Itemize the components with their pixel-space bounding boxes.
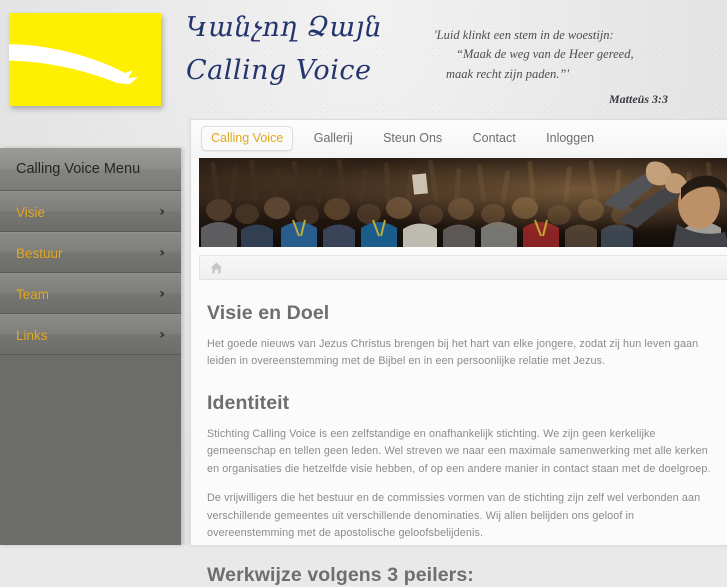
page-title: Visie en Doel: [207, 302, 330, 324]
main-panel: Calling Voice Gallerij Steun Ons Contact…: [190, 119, 727, 586]
brand-english: Calling Voice: [186, 55, 372, 87]
chevron-right-icon: ›: [159, 327, 165, 343]
paragraph-identiteit-1: Stichting Calling Voice is een zelfstand…: [207, 427, 711, 475]
tab-contact[interactable]: Contact: [463, 126, 526, 151]
heading-werkwijze: Werkwijze volgens 3 peilers:: [207, 563, 474, 586]
hero-banner-image: [199, 158, 727, 247]
sidebar-item-team[interactable]: Team ›: [0, 273, 181, 314]
heading-identiteit: Identiteit: [207, 391, 290, 414]
sidebar-item-label: Links: [16, 328, 48, 343]
verse-line-1: 'Luid klinkt een stem in de woestijn:: [434, 28, 614, 42]
sidebar-item-bestuur[interactable]: Bestuur ›: [0, 232, 181, 273]
tab-steun-ons[interactable]: Steun Ons: [373, 126, 452, 151]
breadcrumb: [199, 255, 727, 280]
brand-armenian: Կանչող Ձայն: [186, 12, 383, 43]
sidebar-item-label: Team: [16, 287, 50, 302]
verse-reference: Matteüs 3:3: [608, 92, 668, 107]
article-content: Visie en Doel Het goede nieuws van Jezus…: [191, 280, 727, 587]
tab-inloggen[interactable]: Inloggen: [536, 126, 604, 151]
crowd-photo: [199, 158, 727, 247]
site-logo[interactable]: [9, 13, 161, 106]
paragraph-identiteit-2: De vrijwilligers die het bestuur en de c…: [207, 492, 701, 540]
paragraph-visie: Het goede nieuws van Jezus Christus bren…: [207, 338, 699, 368]
sidebar-item-label: Bestuur: [16, 246, 63, 261]
sidebar: Calling Voice Menu Visie › Bestuur › Tea…: [0, 148, 181, 545]
bible-verse: 'Luid klinkt een stem in de woestijn: “M…: [434, 26, 674, 109]
main-navigation-tabs: Calling Voice Gallerij Steun Ons Contact…: [191, 120, 727, 158]
sidebar-item-links[interactable]: Links ›: [0, 314, 181, 355]
chevron-right-icon: ›: [159, 286, 165, 302]
sidebar-title: Calling Voice Menu: [0, 148, 181, 191]
tab-calling-voice[interactable]: Calling Voice: [201, 126, 294, 151]
logo-swoosh-icon: [9, 44, 140, 85]
chevron-right-icon: ›: [159, 245, 165, 261]
verse-line-2: “Maak de weg van de Heer gereed,: [456, 47, 634, 62]
chevron-right-icon: ›: [159, 204, 165, 220]
home-icon[interactable]: [210, 262, 223, 274]
sidebar-item-label: Visie: [16, 205, 46, 220]
verse-line-3: maak recht zijn paden.”': [446, 66, 570, 81]
sidebar-item-visie[interactable]: Visie ›: [0, 191, 181, 232]
brand-block: Կանչող Ձայն Calling Voice: [186, 12, 416, 86]
site-header: Կանչող Ձայն Calling Voice 'Luid klinkt e…: [0, 0, 727, 118]
tab-gallerij[interactable]: Gallerij: [304, 126, 363, 151]
